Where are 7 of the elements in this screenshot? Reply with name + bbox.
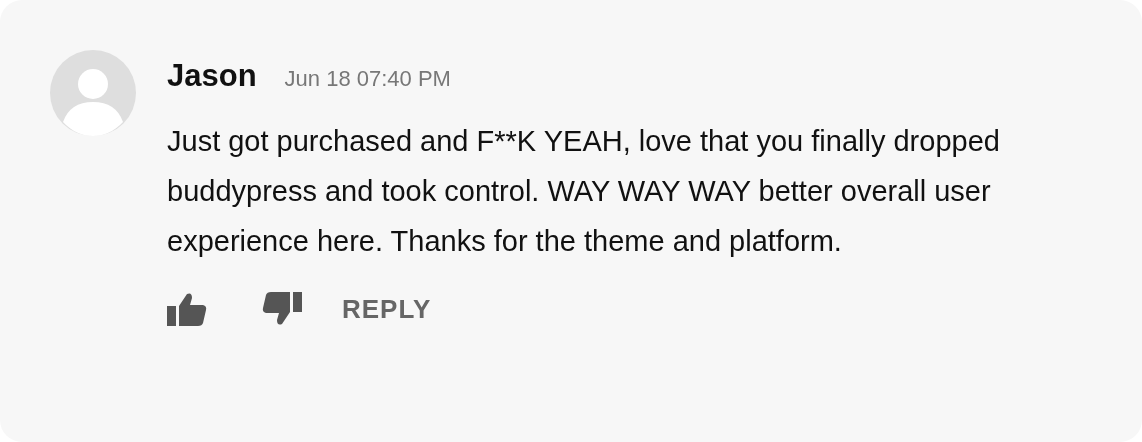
- author-name: Jason: [167, 58, 257, 94]
- thumbs-up-icon[interactable]: [167, 292, 207, 326]
- comment-text: Just got purchased and F**K YEAH, love that you finally dropped buddypress and took control. WAY WAY WAY better overall user experience here. Thanks for the theme and platform.: [167, 124, 1001, 259]
- thumbs-down-icon[interactable]: [262, 292, 302, 326]
- reply-button[interactable]: REPLY: [342, 293, 432, 325]
- timestamp: Jun 18 07:40 PM: [284, 66, 451, 92]
- avatar-icon: [50, 50, 136, 136]
